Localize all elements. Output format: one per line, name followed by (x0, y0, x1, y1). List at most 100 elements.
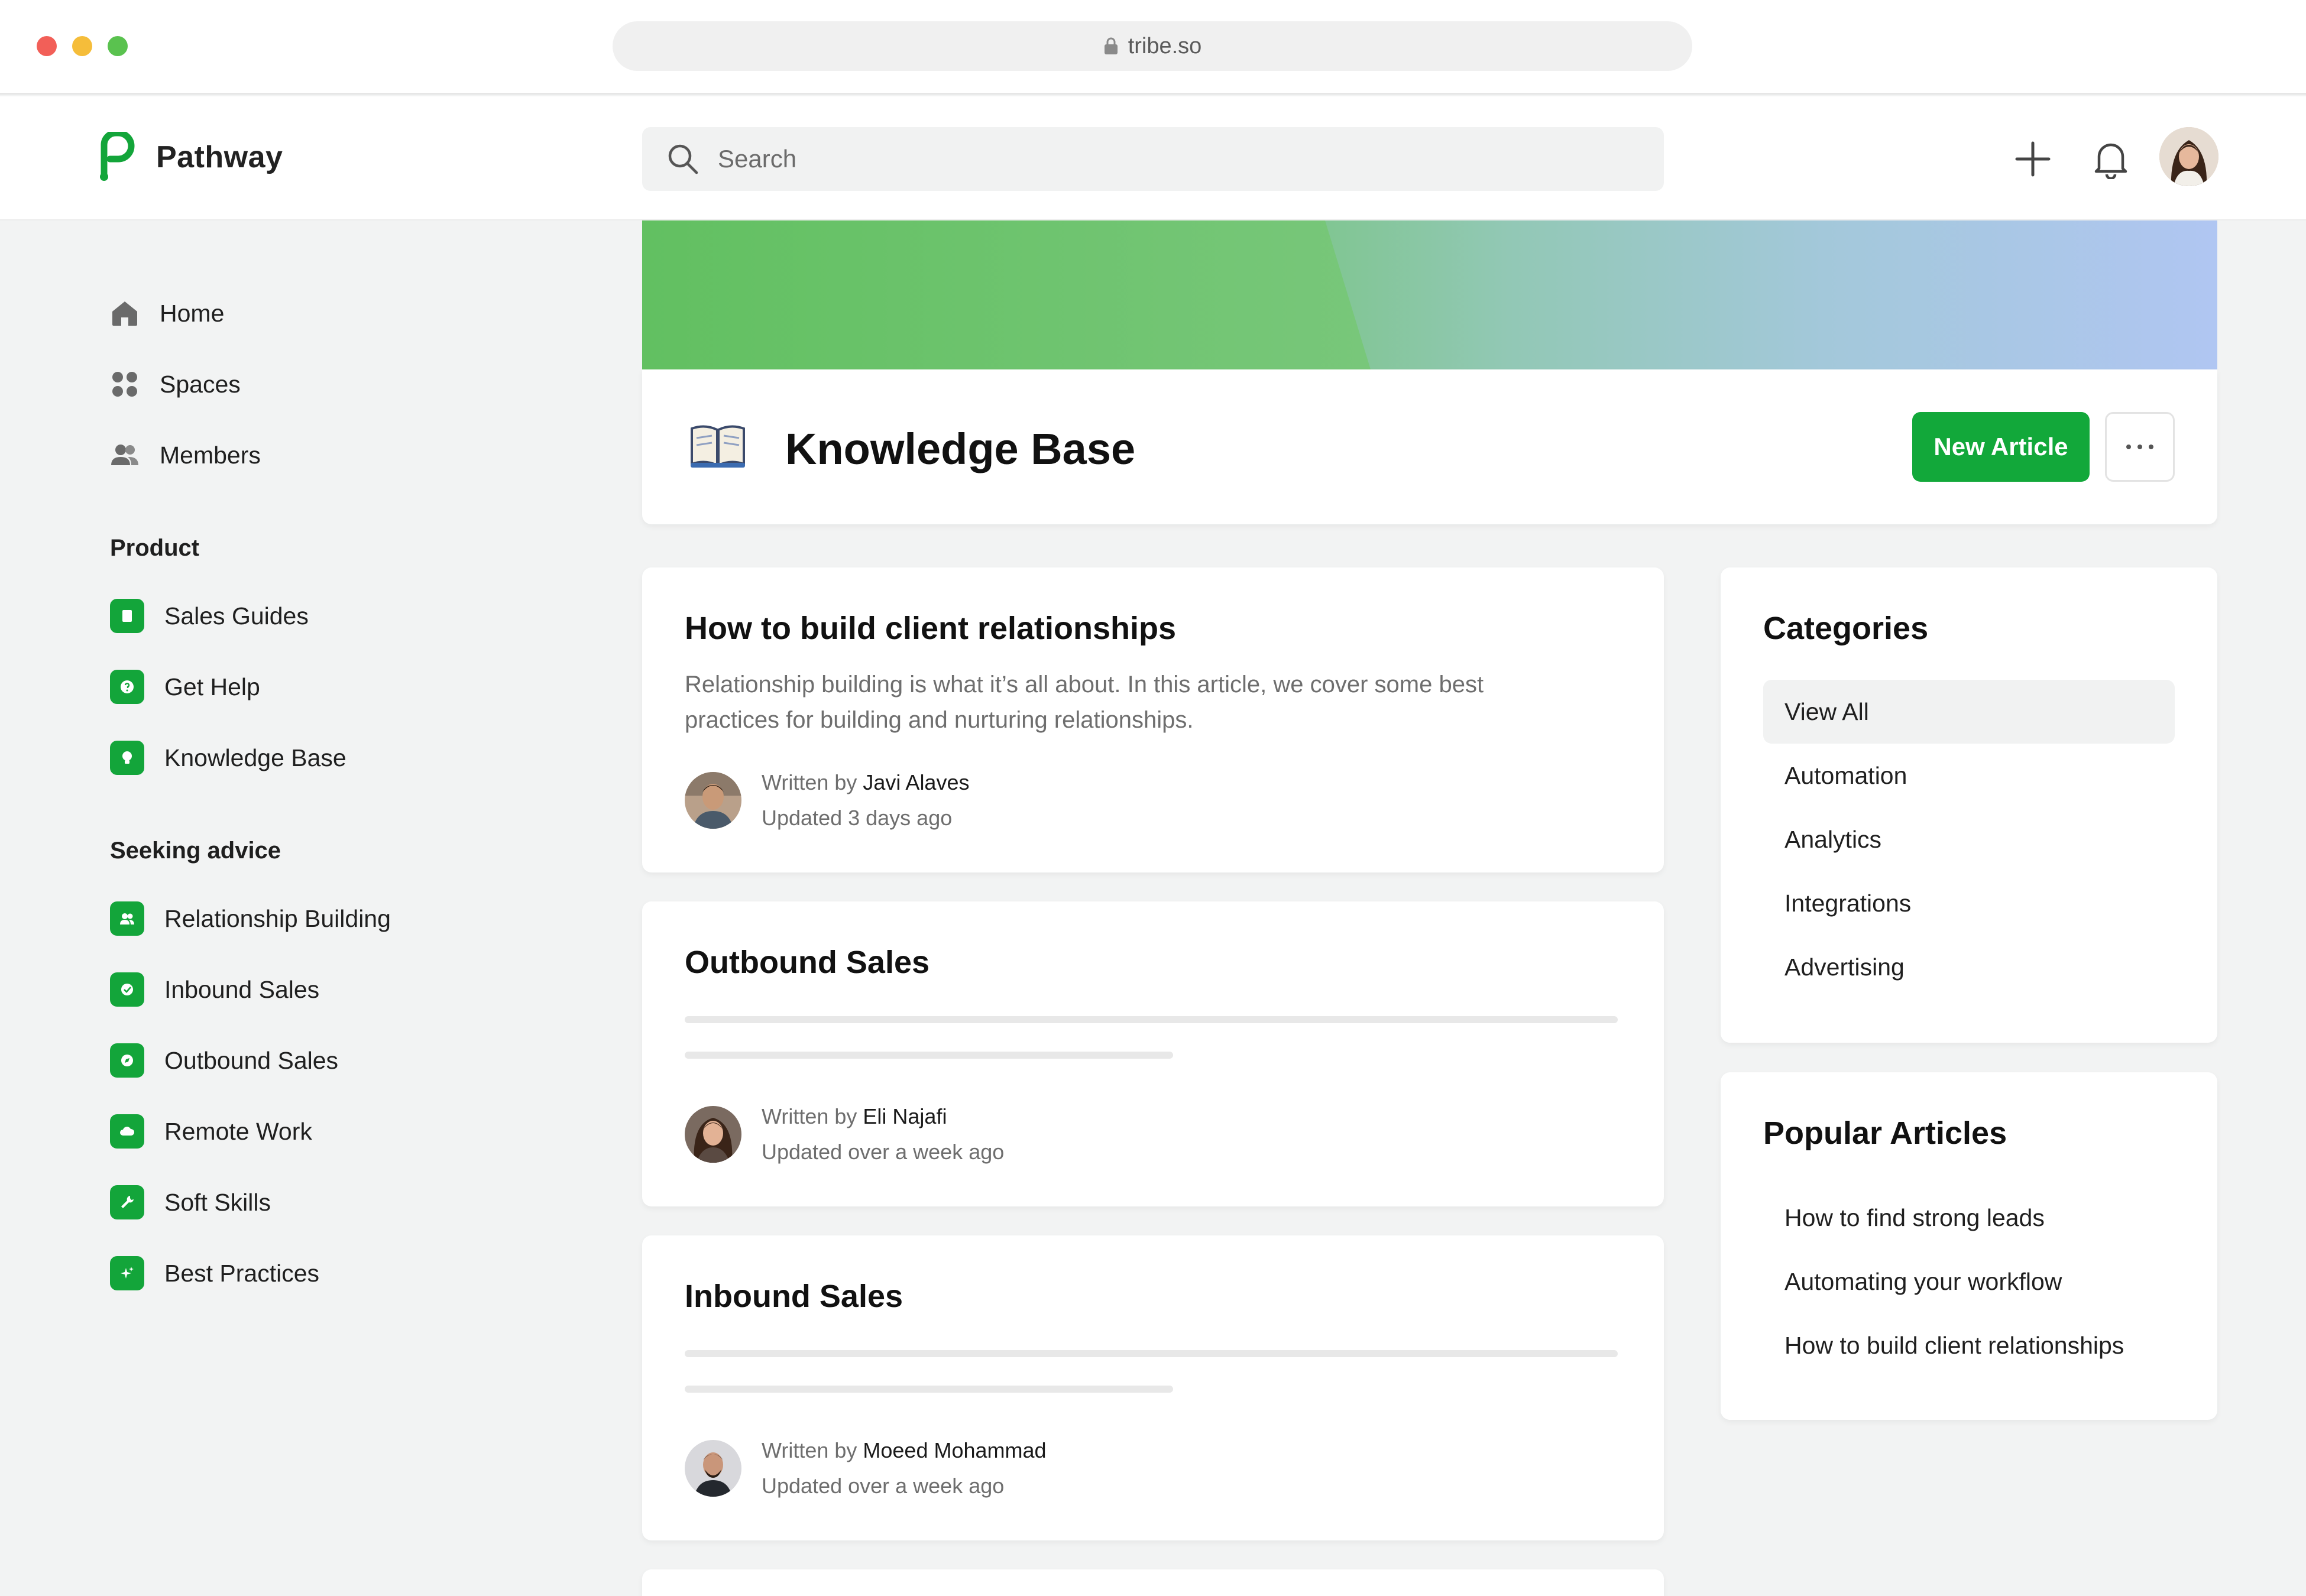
sidebar-item-label: Best Practices (164, 1260, 319, 1287)
popular-article-link[interactable]: Automating your workflow (1763, 1250, 2175, 1313)
article-card[interactable]: Inbound Sales Written by Moeed Mohammad … (642, 1235, 1664, 1540)
compass-icon (110, 1043, 144, 1078)
article-card[interactable] (642, 1569, 1664, 1596)
lock-icon (1103, 37, 1119, 56)
search-bar[interactable] (642, 127, 1664, 191)
window-minimize-button[interactable] (72, 36, 92, 56)
plus-icon (2014, 141, 2051, 177)
avatar-image (2159, 127, 2218, 186)
popular-article-link[interactable]: How to build client relationships (1763, 1313, 2175, 1377)
members-icon (110, 440, 140, 470)
cover-shape (642, 220, 2217, 369)
sidebar: Home Spaces Members Product Sales Guides… (110, 278, 583, 1309)
people-icon (110, 901, 144, 936)
sidebar-item-home[interactable]: Home (110, 278, 583, 349)
article-title[interactable]: How to build client relationships (685, 610, 1176, 647)
author-meta: Written by Moeed Mohammad Updated over a… (762, 1433, 1047, 1504)
spaces-icon (110, 369, 140, 399)
author-meta: Written by Javi Alaves Updated 3 days ag… (762, 765, 969, 836)
written-by-label: Written by (762, 1104, 863, 1128)
sidebar-item-knowledge-base[interactable]: Knowledge Base (110, 722, 583, 793)
sidebar-item-best-practices[interactable]: Best Practices (110, 1238, 583, 1309)
updated-label: Updated over a week ago (762, 1134, 1004, 1170)
excerpt-placeholder-line (685, 1386, 1173, 1393)
article-card[interactable]: How to build client relationships Relati… (642, 567, 1664, 872)
sidebar-item-label: Outbound Sales (164, 1047, 338, 1075)
sidebar-item-outbound-sales[interactable]: Outbound Sales (110, 1025, 583, 1096)
updated-label: Updated 3 days ago (762, 800, 969, 836)
sidebar-item-label: Relationship Building (164, 905, 391, 933)
sidebar-item-get-help[interactable]: Get Help (110, 651, 583, 722)
sidebar-item-relationship-building[interactable]: Relationship Building (110, 883, 583, 954)
article-author: Written by Moeed Mohammad Updated over a… (685, 1433, 1047, 1504)
sparkle-icon (110, 1256, 144, 1290)
notifications-button[interactable] (2087, 135, 2135, 183)
author-avatar[interactable] (685, 1106, 741, 1163)
create-button[interactable] (2009, 135, 2056, 183)
article-card[interactable]: Outbound Sales Written by Eli Najafi Upd… (642, 901, 1664, 1206)
page-header-card: Knowledge Base New Article (642, 369, 2217, 524)
author-avatar-image (685, 772, 741, 829)
browser-chrome: tribe.so (0, 0, 2306, 95)
author-avatar[interactable] (685, 772, 741, 829)
sidebar-section-seeking-advice: Seeking advice (110, 818, 583, 883)
app-header: Pathway (0, 96, 2306, 220)
excerpt-placeholder-line (685, 1052, 1173, 1059)
sidebar-item-soft-skills[interactable]: Soft Skills (110, 1167, 583, 1238)
author-meta: Written by Eli Najafi Updated over a wee… (762, 1099, 1004, 1170)
sidebar-section-product: Product (110, 515, 583, 580)
excerpt-placeholder-line (685, 1016, 1618, 1023)
page-title: Knowledge Base (785, 424, 1135, 474)
address-bar[interactable]: tribe.so (613, 21, 1692, 71)
user-avatar[interactable] (2159, 127, 2218, 186)
article-author: Written by Javi Alaves Updated 3 days ag… (685, 765, 969, 836)
sidebar-item-spaces[interactable]: Spaces (110, 349, 583, 420)
author-name[interactable]: Moeed Mohammad (863, 1438, 1046, 1462)
updated-label: Updated over a week ago (762, 1468, 1047, 1504)
author-name[interactable]: Javi Alaves (863, 770, 969, 794)
sidebar-item-label: Members (160, 442, 261, 469)
sidebar-item-label: Get Help (164, 673, 260, 701)
check-circle-icon (110, 972, 144, 1007)
popular-article-link[interactable]: How to find strong leads (1763, 1186, 2175, 1250)
cover-banner (642, 220, 2217, 369)
article-title[interactable]: Inbound Sales (685, 1278, 903, 1315)
category-integrations[interactable]: Integrations (1763, 871, 2175, 935)
article-excerpt: Relationship building is what it’s all a… (685, 667, 1572, 738)
question-icon (110, 670, 144, 704)
category-analytics[interactable]: Analytics (1763, 807, 2175, 871)
author-avatar[interactable] (685, 1440, 741, 1497)
url-text: tribe.so (1128, 34, 1202, 59)
more-options-button[interactable] (2105, 412, 2175, 482)
sidebar-item-label: Sales Guides (164, 602, 309, 630)
sidebar-item-label: Knowledge Base (164, 744, 346, 772)
new-article-button[interactable]: New Article (1912, 412, 2090, 482)
category-view-all[interactable]: View All (1763, 680, 2175, 744)
logo-text: Pathway (156, 140, 283, 175)
search-input[interactable] (718, 145, 1605, 173)
categories-panel: Categories View All Automation Analytics… (1721, 567, 2217, 1043)
cloud-icon (110, 1114, 144, 1149)
search-icon (666, 142, 700, 176)
popular-articles-title: Popular Articles (1763, 1115, 2007, 1151)
category-automation[interactable]: Automation (1763, 744, 2175, 807)
sidebar-item-remote-work[interactable]: Remote Work (110, 1096, 583, 1167)
author-name[interactable]: Eli Najafi (863, 1104, 947, 1128)
window-maximize-button[interactable] (108, 36, 128, 56)
categories-title: Categories (1763, 610, 1928, 647)
category-advertising[interactable]: Advertising (1763, 935, 2175, 999)
bulb-icon (110, 741, 144, 775)
sidebar-item-label: Soft Skills (164, 1189, 271, 1217)
author-avatar-image (685, 1440, 741, 1497)
logo[interactable]: Pathway (95, 132, 283, 183)
article-title[interactable]: Outbound Sales (685, 944, 929, 981)
article-author: Written by Eli Najafi Updated over a wee… (685, 1099, 1004, 1170)
bell-icon (2093, 139, 2129, 179)
sidebar-item-members[interactable]: Members (110, 420, 583, 491)
sidebar-item-inbound-sales[interactable]: Inbound Sales (110, 954, 583, 1025)
sidebar-item-sales-guides[interactable]: Sales Guides (110, 580, 583, 651)
home-icon (110, 299, 140, 328)
sidebar-item-label: Remote Work (164, 1118, 312, 1146)
window-close-button[interactable] (37, 36, 57, 56)
popular-articles-list: How to find strong leads Automating your… (1763, 1186, 2175, 1377)
